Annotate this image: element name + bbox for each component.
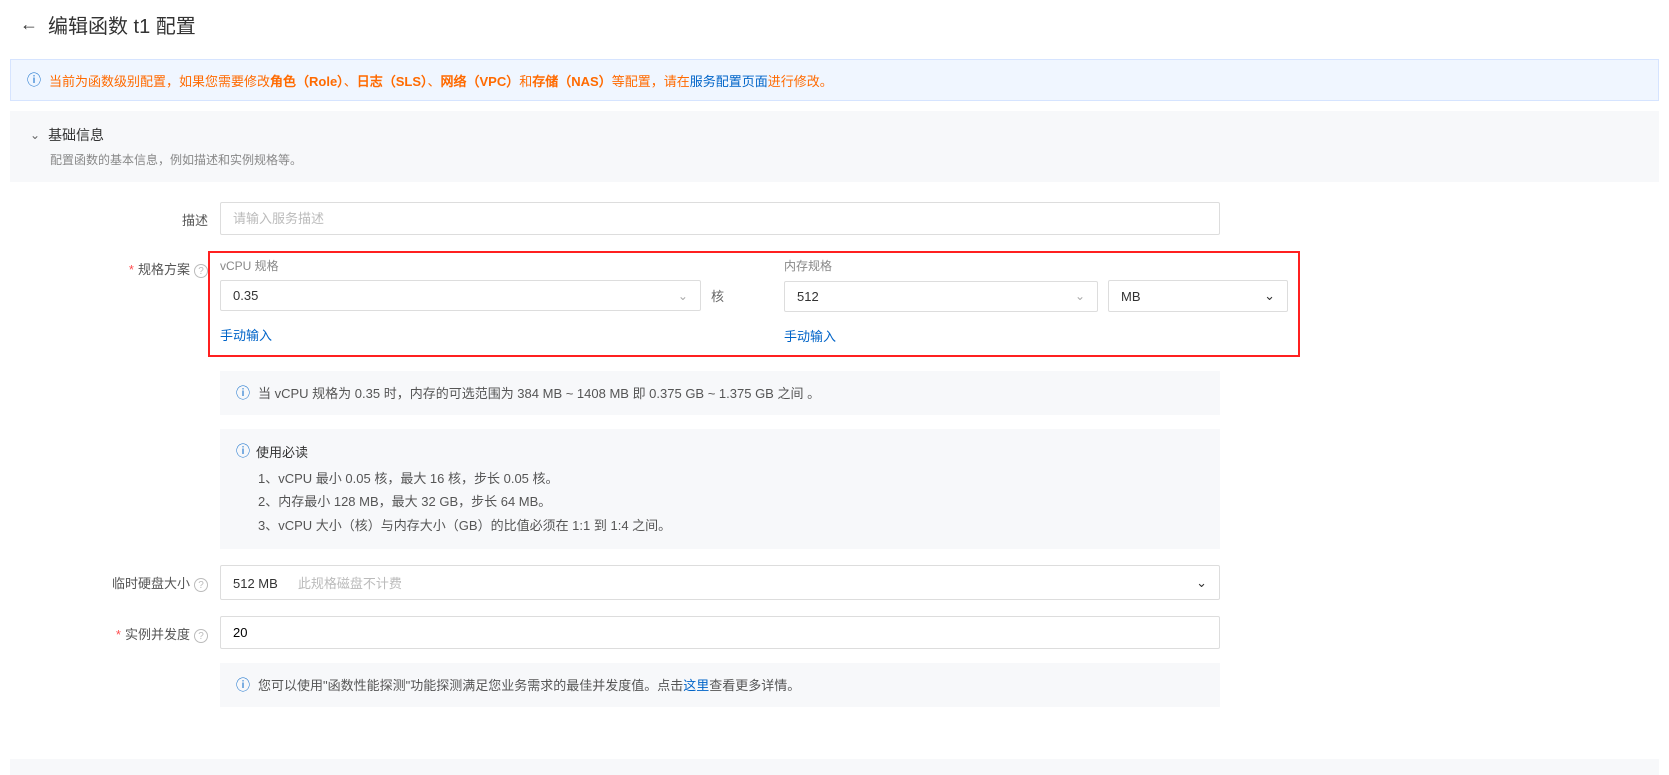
mem-manual-input-link[interactable]: 手动输入 <box>784 326 836 345</box>
chevron-down-icon: ⌄ <box>1075 289 1085 303</box>
perf-detail-link[interactable]: 这里 <box>683 678 709 693</box>
mem-spec-label: 内存规格 <box>784 257 1288 274</box>
help-icon[interactable]: ? <box>194 629 208 643</box>
memory-select[interactable]: 512 ⌄ <box>784 281 1098 312</box>
disk-size-select[interactable]: 512 MB此规格磁盘不计费 ⌄ <box>220 565 1220 600</box>
disk-label: 临时硬盘大小? <box>20 565 220 592</box>
service-config-link[interactable]: 服务配置页面 <box>690 74 768 89</box>
section-title: 基础信息 <box>48 125 104 145</box>
memory-unit-select[interactable]: MB ⌄ <box>1108 280 1288 312</box>
back-arrow-icon[interactable]: ← <box>20 14 38 35</box>
info-icon: ⓘ <box>27 70 41 90</box>
vcpu-spec-label: vCPU 规格 <box>220 257 724 274</box>
chevron-down-icon: ⌄ <box>678 289 688 303</box>
next-section-placeholder <box>10 759 1659 775</box>
section-toggle[interactable]: ⌄ 基础信息 <box>30 125 1639 145</box>
section-desc: 配置函数的基本信息，例如描述和实例规格等。 <box>30 151 1639 168</box>
perf-info-box: ⓘ 您可以使用"函数性能探测"功能探测满足您业务需求的最佳并发度值。点击这里查看… <box>220 663 1220 707</box>
spec-label: *规格方案? <box>20 251 220 278</box>
info-icon: ⓘ <box>236 383 250 403</box>
desc-label: 描述 <box>20 202 220 229</box>
help-icon[interactable]: ? <box>194 264 208 278</box>
usage-info-box: ⓘ 使用必读 1、vCPU 最小 0.05 核，最大 16 核，步长 0.05 … <box>220 429 1220 549</box>
help-icon[interactable]: ? <box>194 578 208 592</box>
description-input[interactable] <box>220 202 1220 235</box>
page-title: 编辑函数 t1 配置 <box>48 10 196 39</box>
concurrency-label: *实例并发度? <box>20 616 220 643</box>
info-icon: ⓘ <box>236 675 250 695</box>
spec-highlight-box: vCPU 规格 0.35 ⌄ 核 手动输入 内存规格 <box>208 251 1300 357</box>
chevron-down-icon: ⌄ <box>1264 288 1275 304</box>
vcpu-manual-input-link[interactable]: 手动输入 <box>220 325 272 344</box>
concurrency-input[interactable] <box>220 616 1220 649</box>
alert-banner: ⓘ 当前为函数级别配置，如果您需要修改角色（Role）、日志（SLS）、网络（V… <box>10 59 1659 101</box>
chevron-down-icon: ⌄ <box>1196 575 1207 591</box>
range-info-box: ⓘ 当 vCPU 规格为 0.35 时，内存的可选范围为 384 MB ~ 14… <box>220 371 1220 415</box>
info-icon: ⓘ <box>236 441 250 461</box>
chevron-down-icon: ⌄ <box>30 128 40 142</box>
vcpu-unit: 核 <box>711 286 724 305</box>
section-basic-info: ⌄ 基础信息 配置函数的基本信息，例如描述和实例规格等。 <box>10 111 1659 182</box>
alert-text: 当前为函数级别配置，如果您需要修改角色（Role）、日志（SLS）、网络（VPC… <box>49 71 833 90</box>
vcpu-select[interactable]: 0.35 ⌄ <box>220 280 701 311</box>
